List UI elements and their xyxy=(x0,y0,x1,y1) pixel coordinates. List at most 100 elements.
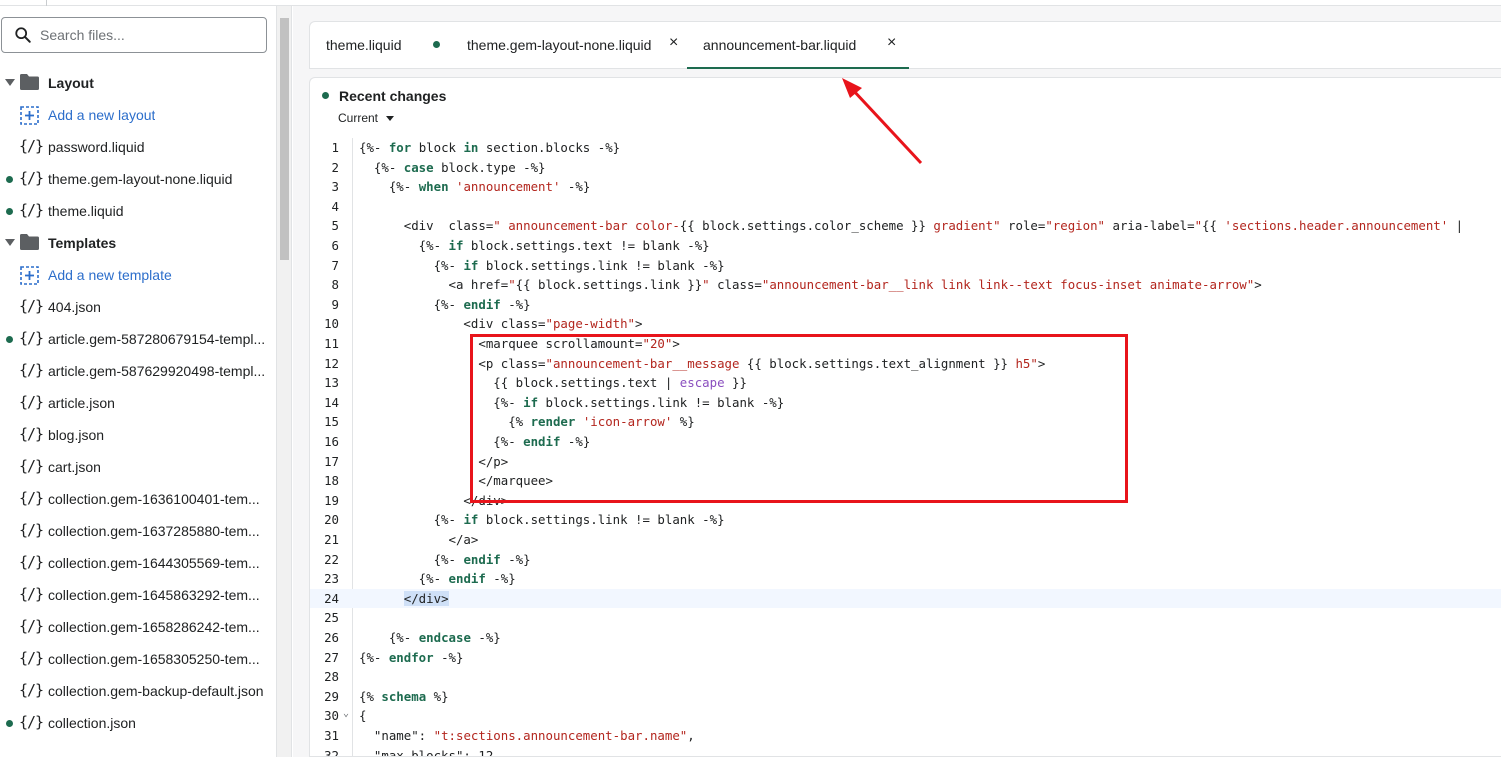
file-item[interactable]: {/} collection.gem-backup-default.json xyxy=(0,675,276,707)
add-link-label[interactable]: Add a new layout xyxy=(48,107,155,123)
version-dropdown[interactable]: Current xyxy=(338,111,395,125)
file-item[interactable]: {/} collection.gem-1644305569-tem... xyxy=(0,547,276,579)
line-number: 24 xyxy=(324,590,339,606)
code-line[interactable]: 22 {%- endif -%} xyxy=(310,550,1501,570)
code-line[interactable]: 20 {%- if block.settings.link != blank -… xyxy=(310,510,1501,530)
folder-layout[interactable]: Layout xyxy=(0,67,276,99)
code-token: " xyxy=(1194,218,1203,234)
liquid-file-icon: {/} xyxy=(19,457,44,475)
code-text: {%- if block.settings.link != blank -%} xyxy=(359,512,725,527)
tab-label: theme.liquid xyxy=(326,37,402,53)
code-token: {%- xyxy=(359,238,449,253)
file-item[interactable]: {/} theme.gem-layout-none.liquid xyxy=(0,163,276,195)
code-line[interactable]: 2 {%- case block.type -%} xyxy=(310,158,1501,178)
code-line[interactable]: 7 {%- if block.settings.link != blank -%… xyxy=(310,256,1501,276)
code-line[interactable]: 32 "max_blocks": 12, xyxy=(310,746,1501,757)
code-text: "name": "t:sections.announcement-bar.nam… xyxy=(359,728,695,743)
file-item[interactable]: {/} collection.gem-1636100401-tem... xyxy=(0,483,276,515)
code-token: -%} xyxy=(500,551,531,567)
caret-down-icon[interactable] xyxy=(5,79,15,86)
file-item[interactable]: {/} collection.gem-1645863292-tem... xyxy=(0,579,276,611)
fold-chevron-icon[interactable]: ⌄ xyxy=(343,708,349,719)
code-token: 'announcement' xyxy=(456,179,561,195)
code-text: {%- endcase -%} xyxy=(359,630,501,645)
file-item[interactable]: {/} 404.json xyxy=(0,291,276,323)
code-token: if xyxy=(463,257,479,273)
line-number: 8 xyxy=(331,277,339,293)
add-file-icon xyxy=(20,106,39,125)
caret-down-icon[interactable] xyxy=(5,239,15,246)
code-line[interactable]: 30 ⌄ { xyxy=(310,706,1501,726)
code-text: { xyxy=(359,708,366,723)
code-line[interactable]: 29 {% schema %} xyxy=(310,687,1501,707)
code-line[interactable]: 4 xyxy=(310,197,1501,217)
line-number: 27 xyxy=(324,649,339,665)
search-box[interactable] xyxy=(1,17,267,53)
line-number: 11 xyxy=(324,336,339,351)
code-token: {%- xyxy=(359,649,389,665)
code-line[interactable]: 26 {%- endcase -%} xyxy=(310,628,1501,648)
close-icon[interactable]: × xyxy=(887,34,896,52)
code-token: {%- xyxy=(359,551,464,567)
file-item[interactable]: {/} article.json xyxy=(0,387,276,419)
folder-templates[interactable]: Templates xyxy=(0,227,276,259)
add-item-link[interactable]: Add a new layout xyxy=(0,99,276,131)
code-text: </a> xyxy=(359,532,479,547)
code-line[interactable]: 3 {%- when 'announcement' -%} xyxy=(310,177,1501,197)
code-line[interactable]: 23 {%- endif -%} xyxy=(310,569,1501,589)
line-number: 14 xyxy=(324,394,339,410)
file-item[interactable]: {/} article.gem-587629920498-templ... xyxy=(0,355,276,387)
file-label: collection.json xyxy=(48,715,136,731)
code-line[interactable]: 10 <div class="page-width"> xyxy=(310,314,1501,334)
line-number: 1 xyxy=(331,140,339,155)
line-number: 3 xyxy=(331,179,339,195)
code-line[interactable]: 24 </div> xyxy=(310,588,1501,609)
add-link-label[interactable]: Add a new template xyxy=(48,267,172,283)
file-item[interactable]: {/} blog.json xyxy=(0,419,276,451)
code-token: if xyxy=(448,238,464,253)
code-token: -%} xyxy=(470,630,501,645)
file-item[interactable]: {/} collection.json xyxy=(0,707,276,739)
code-token: if xyxy=(463,512,479,528)
code-line[interactable]: 8 <a href="{{ block.settings.link }}" cl… xyxy=(310,275,1501,295)
sidebar-scrollbar[interactable] xyxy=(276,6,292,757)
code-line[interactable]: 28 xyxy=(310,667,1501,687)
code-line[interactable]: 25 xyxy=(310,608,1501,628)
code-line[interactable]: 27 {%- endfor -%} xyxy=(310,648,1501,668)
file-item[interactable]: {/} theme.liquid xyxy=(0,195,276,227)
code-line[interactable]: 6 {%- if block.settings.text != blank -%… xyxy=(310,236,1501,256)
file-item[interactable]: {/} collection.gem-1658286242-tem... xyxy=(0,611,276,643)
code-line[interactable]: 5 <div class=" announcement-bar color-{{… xyxy=(310,216,1501,236)
file-item[interactable]: {/} collection.gem-1658305250-tem... xyxy=(0,643,276,675)
code-token: {{ block.settings.color_scheme }} xyxy=(679,218,926,234)
file-item[interactable]: {/} article.gem-587280679154-templ... xyxy=(0,323,276,355)
code-token: "t:sections.announcement-bar.name" xyxy=(433,728,688,743)
code-token: </a> xyxy=(359,532,479,547)
search-input[interactable] xyxy=(40,27,250,43)
code-token: class= xyxy=(709,277,762,293)
modified-dot xyxy=(6,336,13,343)
liquid-file-icon: {/} xyxy=(19,137,44,155)
recent-changes-header[interactable]: Recent changes xyxy=(322,88,446,104)
file-item[interactable]: {/} cart.json xyxy=(0,451,276,483)
folder-icon xyxy=(20,74,39,90)
code-token: {%- xyxy=(359,140,389,155)
file-label: collection.gem-backup-default.json xyxy=(48,683,264,699)
file-item[interactable]: {/} password.liquid xyxy=(0,131,276,163)
modified-dot xyxy=(6,176,13,183)
sidebar-scrollbar-thumb[interactable] xyxy=(280,18,289,260)
add-item-link[interactable]: Add a new template xyxy=(0,259,276,291)
file-item[interactable]: {/} collection.gem-1637285880-tem... xyxy=(0,515,276,547)
close-icon[interactable]: × xyxy=(669,34,678,52)
code-token: " announcement-bar color- xyxy=(493,218,680,234)
search-icon xyxy=(15,27,31,43)
code-line[interactable]: 1 {%- for block in section.blocks -%} xyxy=(310,138,1501,158)
code-token: <a href= xyxy=(359,277,509,293)
code-line[interactable]: 21 </a> xyxy=(310,530,1501,550)
code-line[interactable]: 9 {%- endif -%} xyxy=(310,295,1501,315)
line-number: 32 xyxy=(324,747,339,757)
line-number: 19 xyxy=(324,492,339,508)
code-line[interactable]: 31 "name": "t:sections.announcement-bar.… xyxy=(310,726,1501,746)
code-token: <div class= xyxy=(359,218,494,234)
tab-announcement-bar-liquid[interactable]: announcement-bar.liquid × xyxy=(687,22,909,69)
